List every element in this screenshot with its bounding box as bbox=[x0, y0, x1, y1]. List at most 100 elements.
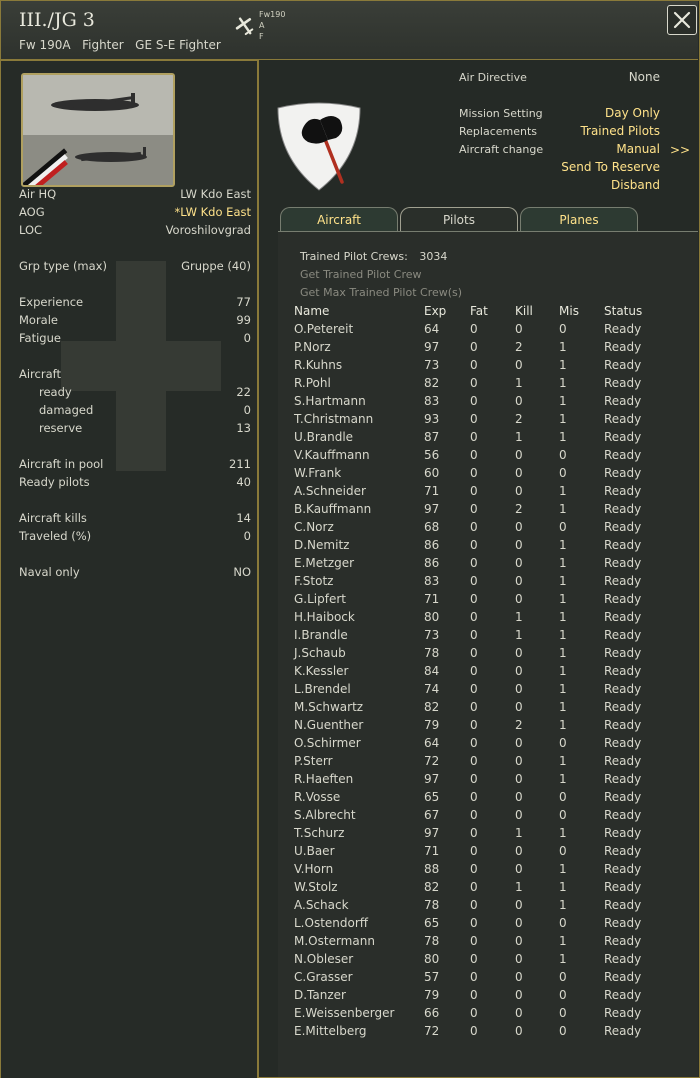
pilot-exp: 80 bbox=[424, 952, 440, 966]
pilot-row[interactable]: P.Sterr 72 0 0 1 Ready bbox=[260, 754, 698, 772]
pilot-name: N.Obleser bbox=[294, 952, 354, 966]
pilot-mis: 1 bbox=[559, 934, 567, 948]
send-to-reserve-button[interactable]: Send To Reserve bbox=[561, 160, 660, 174]
pilot-row[interactable]: G.Lipfert 71 0 0 1 Ready bbox=[260, 592, 698, 610]
tab-pilots[interactable]: Pilots bbox=[400, 207, 518, 232]
pilot-row[interactable]: H.Haibock 80 0 1 1 Ready bbox=[260, 610, 698, 628]
pilot-fat: 0 bbox=[470, 790, 478, 804]
mission-setting-button[interactable]: Day Only bbox=[605, 106, 660, 120]
get-max-trained-crews-button[interactable]: Get Max Trained Pilot Crew(s) bbox=[300, 286, 462, 299]
get-trained-crew-button[interactable]: Get Trained Pilot Crew bbox=[300, 268, 422, 281]
col-fat-header[interactable]: Fat bbox=[470, 304, 488, 318]
air-directive-value: None bbox=[628, 70, 660, 84]
pilot-row[interactable]: B.Kauffmann 97 0 2 1 Ready bbox=[260, 502, 698, 520]
pilot-row[interactable]: T.Christmann 93 0 2 1 Ready bbox=[260, 412, 698, 430]
loc-row: LOC Voroshilovgrad bbox=[19, 223, 251, 239]
pilot-row[interactable]: L.Brendel 74 0 0 1 Ready bbox=[260, 682, 698, 700]
pilot-row[interactable]: T.Schurz 97 0 1 1 Ready bbox=[260, 826, 698, 844]
aircraft-change-arrows-button[interactable]: >> bbox=[670, 143, 690, 157]
pilot-row[interactable]: R.Vosse 65 0 0 0 Ready bbox=[260, 790, 698, 808]
ready-label: ready bbox=[39, 385, 72, 399]
pilot-row[interactable]: V.Horn 88 0 0 1 Ready bbox=[260, 862, 698, 880]
pilot-name: T.Christmann bbox=[294, 412, 374, 426]
pilot-name: V.Horn bbox=[294, 862, 334, 876]
col-status-header[interactable]: Status bbox=[604, 304, 642, 318]
close-button[interactable] bbox=[667, 5, 697, 35]
pilot-row[interactable]: P.Norz 97 0 2 1 Ready bbox=[260, 340, 698, 358]
aircraft-change-button[interactable]: Manual bbox=[616, 142, 660, 156]
tab-planes[interactable]: Planes bbox=[520, 207, 638, 232]
pilot-row[interactable]: D.Nemitz 86 0 0 1 Ready bbox=[260, 538, 698, 556]
pilot-status: Ready bbox=[604, 718, 642, 732]
pilot-fat: 0 bbox=[470, 592, 478, 606]
pilot-fat: 0 bbox=[470, 664, 478, 678]
pilot-row[interactable]: S.Hartmann 83 0 0 1 Ready bbox=[260, 394, 698, 412]
pilot-row[interactable]: E.Weissenberger 66 0 0 0 Ready bbox=[260, 1006, 698, 1024]
pilot-fat: 0 bbox=[470, 772, 478, 786]
pilot-row[interactable]: D.Tanzer 79 0 0 0 Ready bbox=[260, 988, 698, 1006]
pilot-status: Ready bbox=[604, 520, 642, 534]
pilot-status: Ready bbox=[604, 754, 642, 768]
pilot-row[interactable]: M.Schwartz 82 0 0 1 Ready bbox=[260, 700, 698, 718]
col-name-header[interactable]: Name bbox=[294, 304, 329, 318]
pilot-row[interactable]: V.Kauffmann 56 0 0 0 Ready bbox=[260, 448, 698, 466]
pilot-name: U.Baer bbox=[294, 844, 335, 858]
pilot-row[interactable]: O.Petereit 64 0 0 0 Ready bbox=[260, 322, 698, 340]
col-mis-header[interactable]: Mis bbox=[559, 304, 579, 318]
aircraft-code-variant: A bbox=[259, 21, 265, 30]
pilot-mis: 0 bbox=[559, 448, 567, 462]
pilot-exp: 82 bbox=[424, 700, 440, 714]
pilot-fat: 0 bbox=[470, 412, 478, 426]
pilot-fat: 0 bbox=[470, 718, 478, 732]
pilot-row[interactable]: O.Schirmer 64 0 0 0 Ready bbox=[260, 736, 698, 754]
air-hq-value[interactable]: LW Kdo East bbox=[180, 187, 251, 201]
aircraft-label: Aircraft bbox=[19, 367, 61, 381]
pilot-row[interactable]: L.Ostendorff 65 0 0 0 Ready bbox=[260, 916, 698, 934]
pilot-mis: 0 bbox=[559, 520, 567, 534]
pilot-fat: 0 bbox=[470, 466, 478, 480]
replacements-button[interactable]: Trained Pilots bbox=[580, 124, 660, 138]
pilot-row[interactable]: S.Albrecht 67 0 0 0 Ready bbox=[260, 808, 698, 826]
pilot-row[interactable]: C.Grasser 57 0 0 0 Ready bbox=[260, 970, 698, 988]
pilot-exp: 79 bbox=[424, 988, 440, 1002]
pilot-row[interactable]: K.Kessler 84 0 0 1 Ready bbox=[260, 664, 698, 682]
pilot-row[interactable]: C.Norz 68 0 0 0 Ready bbox=[260, 520, 698, 538]
reserve-value: 13 bbox=[236, 421, 251, 435]
pilot-status: Ready bbox=[604, 574, 642, 588]
pilot-row[interactable]: N.Guenther 79 0 2 1 Ready bbox=[260, 718, 698, 736]
pilot-mis: 0 bbox=[559, 790, 567, 804]
pilot-kill: 0 bbox=[515, 448, 523, 462]
pilot-mis: 0 bbox=[559, 466, 567, 480]
pilot-row[interactable]: A.Schneider 71 0 0 1 Ready bbox=[260, 484, 698, 502]
pilot-exp: 83 bbox=[424, 574, 440, 588]
pilot-kill: 0 bbox=[515, 970, 523, 984]
ready-pilots-row: Ready pilots 40 bbox=[19, 475, 251, 491]
pilot-row[interactable]: U.Baer 71 0 0 0 Ready bbox=[260, 844, 698, 862]
pilot-row[interactable]: E.Mittelberg 72 0 0 0 Ready bbox=[260, 1024, 698, 1042]
col-exp-header[interactable]: Exp bbox=[424, 304, 446, 318]
pilot-row[interactable]: M.Ostermann 78 0 0 1 Ready bbox=[260, 934, 698, 952]
pilot-status: Ready bbox=[604, 466, 642, 480]
disband-button[interactable]: Disband bbox=[611, 178, 660, 192]
aog-value[interactable]: *LW Kdo East bbox=[175, 205, 251, 219]
pilot-row[interactable]: A.Schack 78 0 0 1 Ready bbox=[260, 898, 698, 916]
pilot-row[interactable]: R.Kuhns 73 0 0 1 Ready bbox=[260, 358, 698, 376]
pilot-row[interactable]: W.Frank 60 0 0 0 Ready bbox=[260, 466, 698, 484]
pilot-row[interactable]: U.Brandle 87 0 1 1 Ready bbox=[260, 430, 698, 448]
pilot-status: Ready bbox=[604, 934, 642, 948]
col-kill-header[interactable]: Kill bbox=[515, 304, 533, 318]
pilot-row[interactable]: E.Metzger 86 0 0 1 Ready bbox=[260, 556, 698, 574]
pilot-row[interactable]: I.Brandle 73 0 1 1 Ready bbox=[260, 628, 698, 646]
pilot-row[interactable]: F.Stotz 83 0 0 1 Ready bbox=[260, 574, 698, 592]
pilot-exp: 80 bbox=[424, 610, 440, 624]
unit-stats-panel: Air HQ LW Kdo East AOG *LW Kdo East LOC … bbox=[1, 60, 259, 1078]
pilot-kill: 0 bbox=[515, 808, 523, 822]
pilot-row[interactable]: W.Stolz 82 0 1 1 Ready bbox=[260, 880, 698, 898]
pilot-row[interactable]: R.Haeften 97 0 0 1 Ready bbox=[260, 772, 698, 790]
aog-label: AOG bbox=[19, 205, 45, 219]
pilot-row[interactable]: J.Schaub 78 0 0 1 Ready bbox=[260, 646, 698, 664]
tab-aircraft[interactable]: Aircraft bbox=[280, 207, 398, 232]
pilot-row[interactable]: R.Pohl 82 0 1 1 Ready bbox=[260, 376, 698, 394]
pilot-kill: 0 bbox=[515, 592, 523, 606]
pilot-row[interactable]: N.Obleser 80 0 0 1 Ready bbox=[260, 952, 698, 970]
